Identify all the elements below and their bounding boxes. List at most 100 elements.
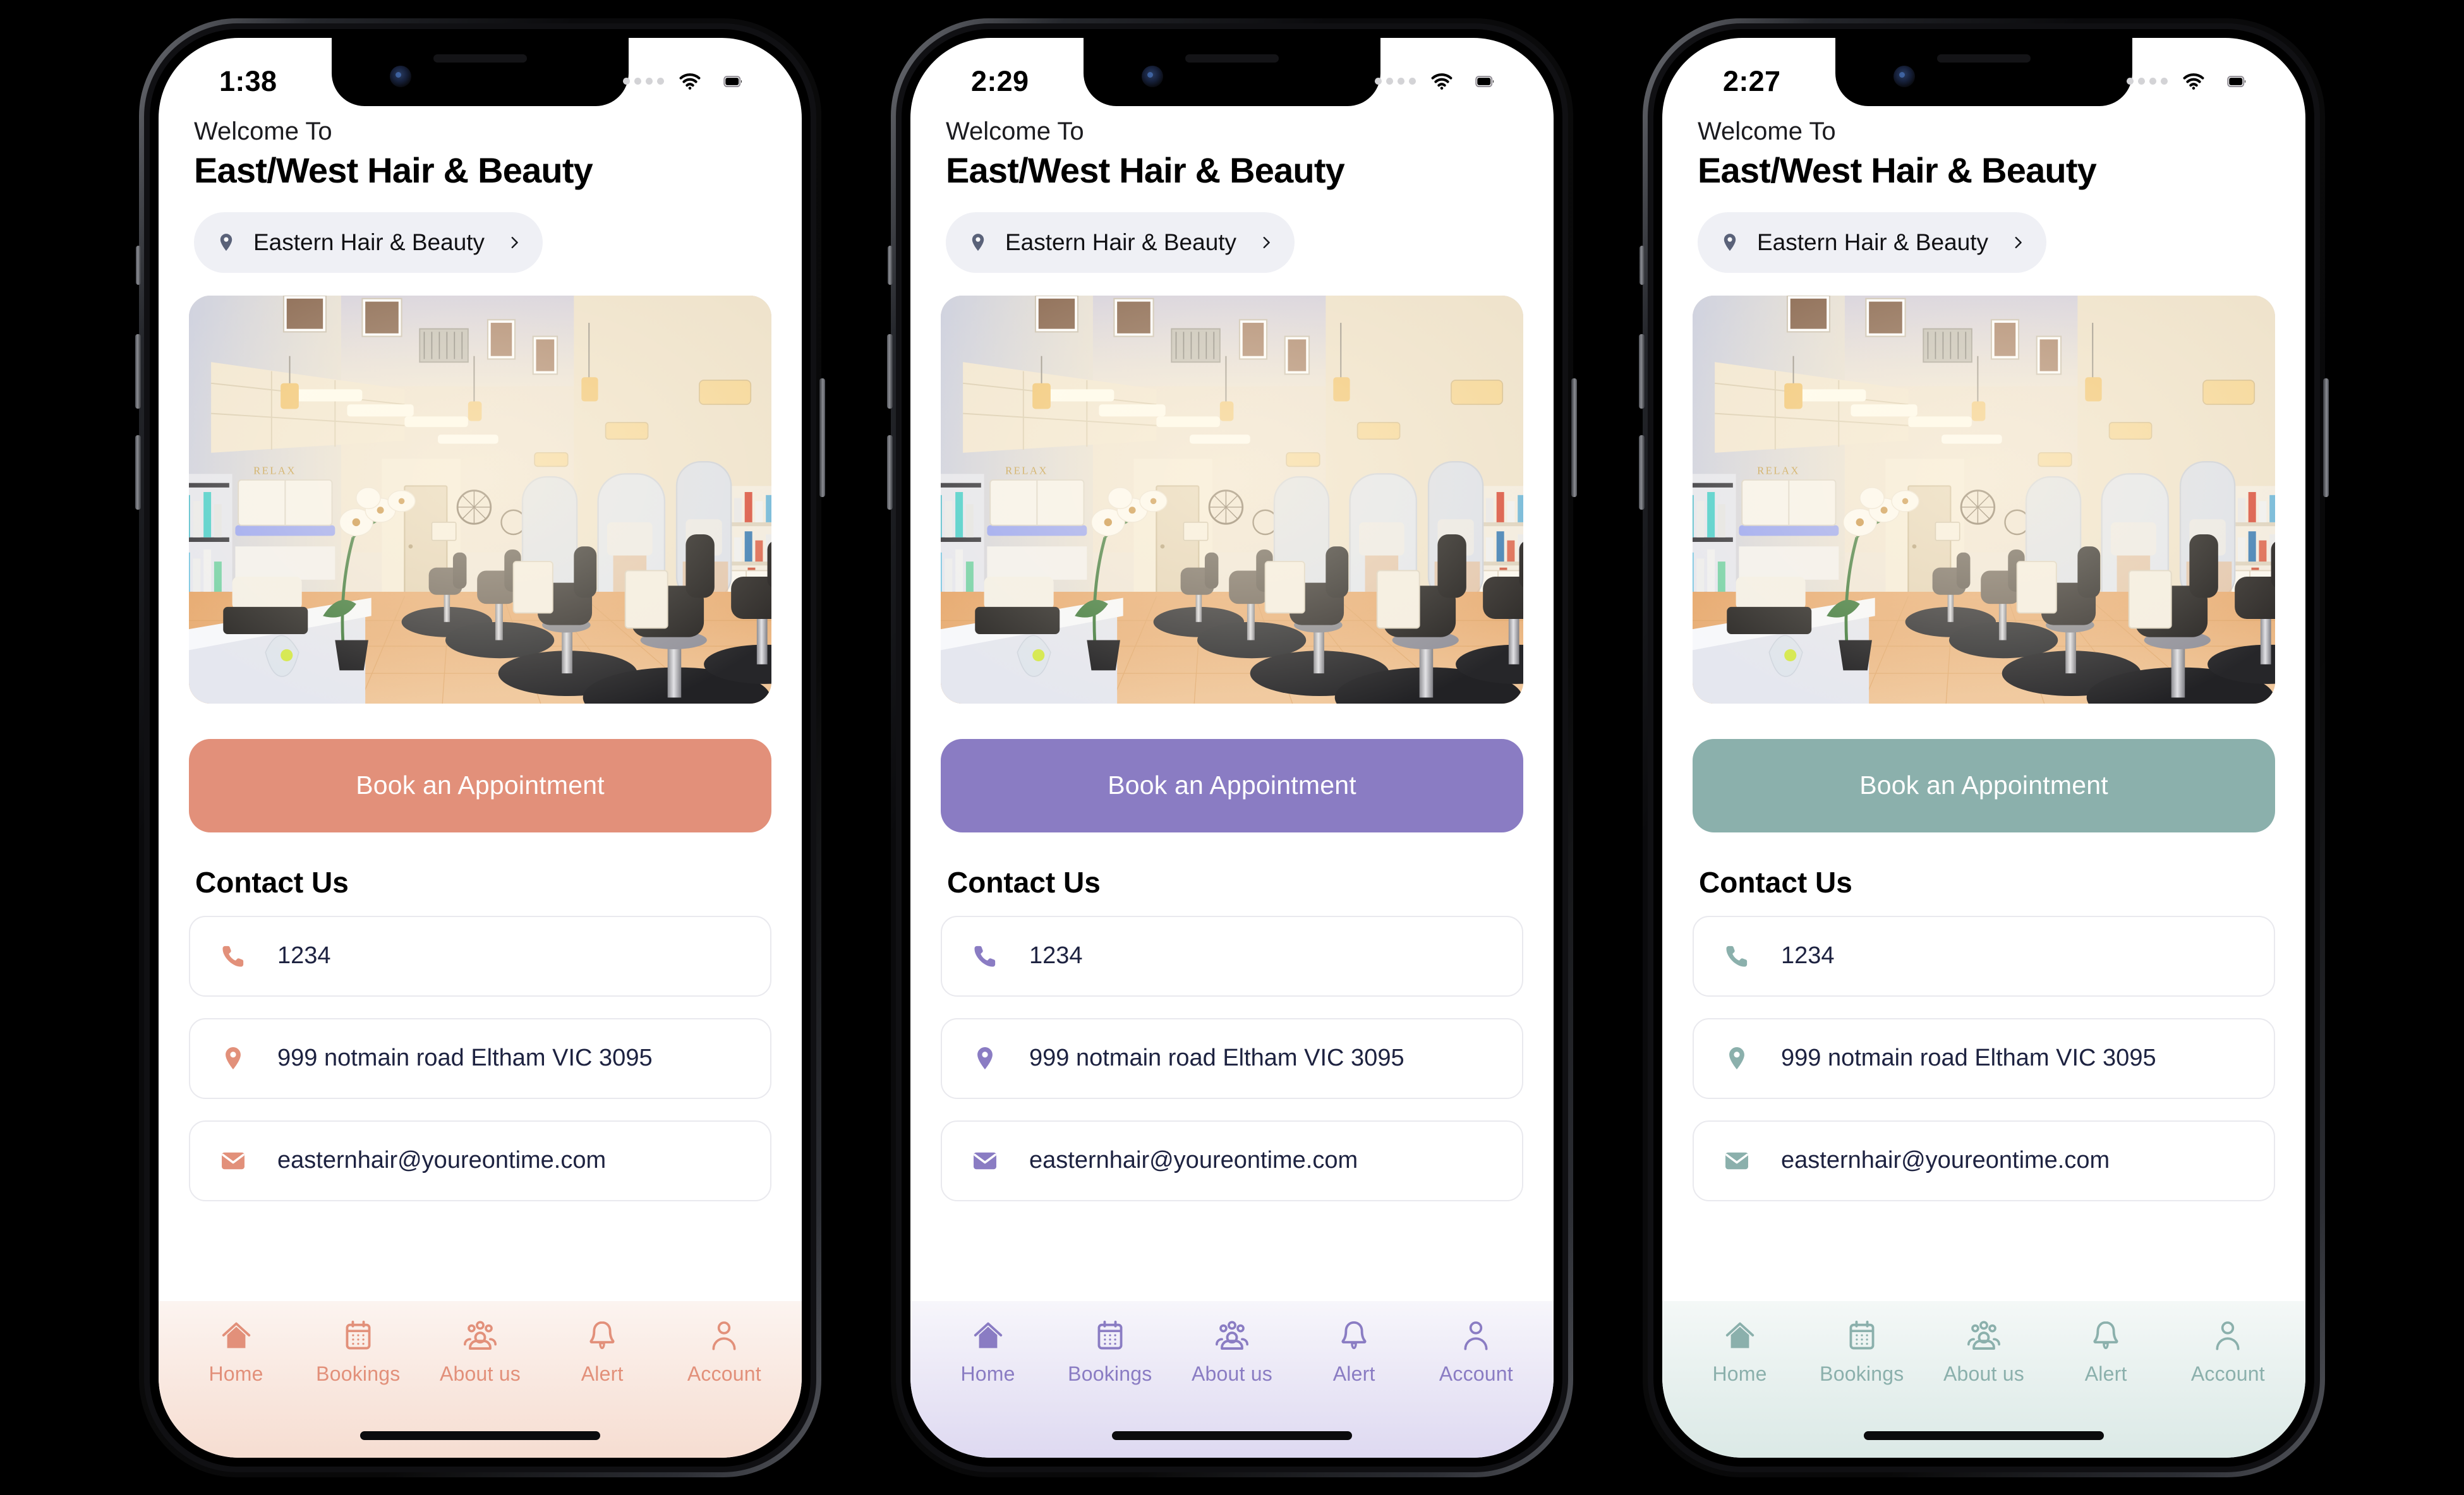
- tab-about us[interactable]: About us: [1173, 1318, 1291, 1386]
- contact-value: easternhair@youreontime.com: [1781, 1147, 2110, 1174]
- contact-row-map-pin[interactable]: 999 notmain road Eltham VIC 3095: [189, 1018, 771, 1099]
- volume-down-button[interactable]: [1639, 435, 1645, 510]
- envelope-icon: [1723, 1146, 1751, 1175]
- status-icons: [2127, 70, 2254, 93]
- contact-value: 999 notmain road Eltham VIC 3095: [1029, 1045, 1404, 1071]
- bottom-tab-bar: Home Bookings About us Alert Account: [910, 1300, 1554, 1458]
- home-icon: [219, 1318, 253, 1354]
- home-indicator[interactable]: [1112, 1431, 1352, 1440]
- battery-full-icon: [1468, 72, 1502, 91]
- location-name: Eastern Hair & Beauty: [1757, 229, 1989, 255]
- status-time: 2:29: [971, 64, 1029, 97]
- tab-bookings[interactable]: Bookings: [299, 1318, 417, 1386]
- home-indicator[interactable]: [1864, 1431, 2104, 1440]
- volume-up-button[interactable]: [135, 333, 141, 409]
- book-appointment-button[interactable]: Book an Appointment: [941, 738, 1523, 832]
- chevron-right-icon: [2011, 232, 2025, 253]
- device-bezel: 1:38 Welcome To East/West Hair & Beauty …: [150, 28, 811, 1467]
- contact-us-heading: Contact Us: [1699, 865, 1852, 899]
- tab-label: Account: [1439, 1362, 1513, 1385]
- tab-label: Bookings: [1068, 1362, 1152, 1385]
- volume-up-button[interactable]: [887, 333, 893, 409]
- contact-row-phone[interactable]: 1234: [1693, 915, 2275, 997]
- device-bezel: 2:29 Welcome To East/West Hair & Beauty …: [902, 28, 1562, 1467]
- welcome-label: Welcome To: [946, 117, 1084, 145]
- bottom-tab-bar: Home Bookings About us Alert Account: [1662, 1300, 2305, 1458]
- tab-account[interactable]: Account: [665, 1318, 783, 1386]
- contact-value: easternhair@youreontime.com: [277, 1147, 607, 1174]
- phone-icon: [971, 942, 999, 971]
- map-pin-icon: [219, 1044, 247, 1073]
- contact-row-phone[interactable]: 1234: [941, 915, 1523, 997]
- power-button[interactable]: [2323, 378, 2329, 497]
- power-button[interactable]: [819, 378, 825, 497]
- welcome-label: Welcome To: [1698, 117, 1836, 145]
- bell-icon: [585, 1318, 619, 1354]
- contact-us-heading: Contact Us: [947, 865, 1101, 899]
- location-selector[interactable]: Eastern Hair & Beauty: [194, 212, 543, 273]
- home-scroll-content[interactable]: Welcome To East/West Hair & Beauty Easte…: [1662, 109, 2305, 1301]
- tab-label: Account: [2190, 1362, 2265, 1385]
- calendar-icon: [341, 1318, 375, 1354]
- home-icon: [971, 1318, 1005, 1354]
- contact-row-map-pin[interactable]: 999 notmain road Eltham VIC 3095: [1693, 1018, 2275, 1099]
- home-icon: [1723, 1318, 1757, 1354]
- tab-label: About us: [1192, 1362, 1272, 1385]
- salon-hero-image: RELAX: [941, 295, 1523, 704]
- bell-icon: [2089, 1318, 2123, 1354]
- home-indicator[interactable]: [360, 1431, 600, 1440]
- tab-home[interactable]: Home: [1681, 1318, 1799, 1386]
- tab-label: About us: [1943, 1362, 2024, 1385]
- signal-dots-icon: [2127, 78, 2168, 85]
- volume-down-button[interactable]: [887, 435, 893, 510]
- calendar-icon: [1093, 1318, 1127, 1354]
- tab-label: Account: [687, 1362, 761, 1385]
- tab-about us[interactable]: About us: [421, 1318, 539, 1386]
- status-time: 2:27: [1723, 64, 1781, 97]
- contact-row-map-pin[interactable]: 999 notmain road Eltham VIC 3095: [941, 1018, 1523, 1099]
- tab-home[interactable]: Home: [929, 1318, 1047, 1386]
- chevron-right-icon: [507, 232, 521, 253]
- envelope-icon: [219, 1146, 247, 1175]
- home-scroll-content[interactable]: Welcome To East/West Hair & Beauty Easte…: [910, 109, 1554, 1301]
- contact-row-envelope[interactable]: easternhair@youreontime.com: [1693, 1120, 2275, 1201]
- chevron-right-icon: [1259, 232, 1273, 253]
- status-bar: 1:38: [159, 38, 802, 109]
- contact-row-phone[interactable]: 1234: [189, 915, 771, 997]
- salon-hero-image: RELAX: [1693, 295, 2275, 704]
- tab-account[interactable]: Account: [1417, 1318, 1535, 1386]
- contact-row-envelope[interactable]: easternhair@youreontime.com: [189, 1120, 771, 1201]
- tab-alert[interactable]: Alert: [543, 1318, 661, 1386]
- app-screen: 1:38 Welcome To East/West Hair & Beauty …: [159, 37, 802, 1458]
- tab-bookings[interactable]: Bookings: [1803, 1318, 1921, 1386]
- tab-alert[interactable]: Alert: [1295, 1318, 1413, 1386]
- silence-switch[interactable]: [1640, 245, 1645, 285]
- tab-label: Home: [960, 1362, 1015, 1385]
- location-selector[interactable]: Eastern Hair & Beauty: [1698, 212, 2047, 273]
- book-appointment-button[interactable]: Book an Appointment: [1693, 738, 2275, 832]
- map-pin-icon: [215, 229, 237, 256]
- silence-switch[interactable]: [888, 245, 893, 285]
- tab-alert[interactable]: Alert: [2047, 1318, 2165, 1386]
- people-group-icon: [1964, 1318, 2003, 1354]
- location-selector[interactable]: Eastern Hair & Beauty: [946, 212, 1295, 273]
- home-scroll-content[interactable]: Welcome To East/West Hair & Beauty Easte…: [159, 109, 802, 1301]
- tab-bookings[interactable]: Bookings: [1051, 1318, 1169, 1386]
- volume-down-button[interactable]: [135, 435, 141, 510]
- person-icon: [707, 1318, 741, 1354]
- power-button[interactable]: [1571, 378, 1577, 497]
- location-name: Eastern Hair & Beauty: [253, 229, 485, 255]
- silence-switch[interactable]: [136, 245, 141, 285]
- tab-home[interactable]: Home: [178, 1318, 295, 1386]
- contact-value: 1234: [1029, 942, 1083, 969]
- map-pin-icon: [967, 229, 989, 256]
- status-icons: [1375, 70, 1502, 93]
- tab-about us[interactable]: About us: [1925, 1318, 2043, 1386]
- page-title: East/West Hair & Beauty: [1698, 150, 2097, 190]
- contact-row-envelope[interactable]: easternhair@youreontime.com: [941, 1120, 1523, 1201]
- book-appointment-button[interactable]: Book an Appointment: [189, 738, 771, 832]
- status-icons: [623, 70, 750, 93]
- tab-account[interactable]: Account: [2169, 1318, 2286, 1386]
- volume-up-button[interactable]: [1639, 333, 1645, 409]
- status-bar: 2:27: [1662, 38, 2305, 109]
